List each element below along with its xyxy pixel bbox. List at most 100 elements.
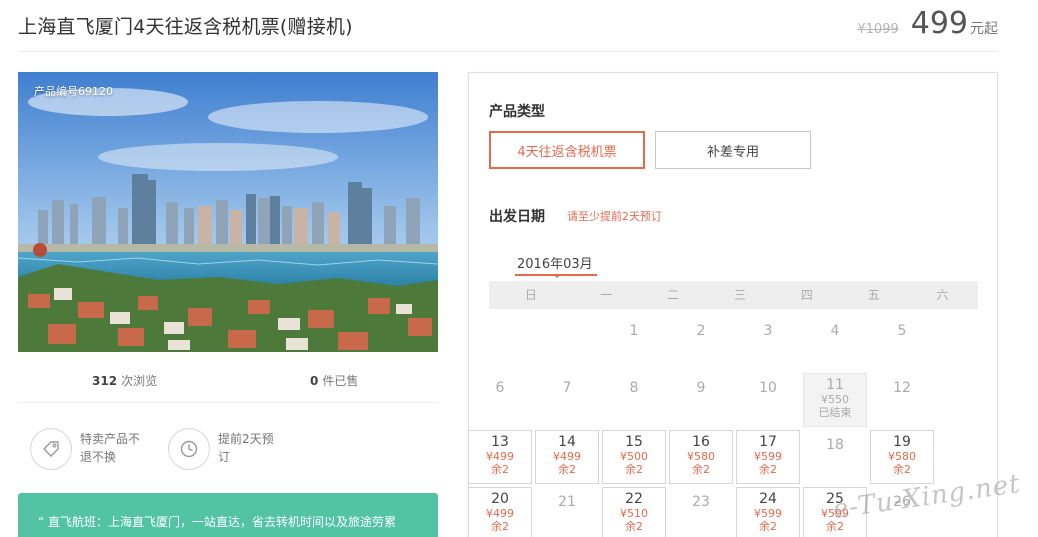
day-status: 余2: [625, 463, 643, 476]
calendar-day: 6: [468, 373, 532, 427]
day-number: 19: [893, 434, 911, 450]
day-status: 余2: [491, 520, 509, 533]
day-price: ¥580: [888, 450, 916, 463]
clock-icon: [168, 428, 210, 470]
feature-text: 特卖产品不退不换: [80, 432, 141, 464]
day-number: 1: [629, 323, 639, 339]
day-status: 余2: [759, 520, 777, 533]
calendar-day[interactable]: 24 ¥599 余2: [736, 487, 800, 537]
calendar-day: 10: [736, 373, 800, 427]
month-tab-caret: [553, 274, 561, 278]
month-tab[interactable]: 2016年03月: [517, 253, 593, 276]
day-price: ¥599: [754, 507, 782, 520]
weekday-sun: 日: [524, 288, 537, 302]
day-number: 13: [491, 434, 509, 450]
day-price: ¥599: [754, 450, 782, 463]
feature-advance-booking: 提前2天预订: [168, 428, 282, 470]
day-status: 余2: [625, 520, 643, 533]
calendar-day: 1: [602, 316, 666, 370]
day-price: ¥500: [620, 450, 648, 463]
calendar-day: 4: [803, 316, 867, 370]
calendar-day[interactable]: 13 ¥499 余2: [468, 430, 532, 484]
original-price: ¥1099: [857, 22, 899, 37]
weekday-fri: 五: [867, 288, 880, 302]
day-number: 5: [897, 323, 907, 339]
day-number: 16: [692, 434, 710, 450]
day-number: 20: [491, 491, 509, 507]
day-number: 22: [625, 491, 643, 507]
day-price: ¥499: [486, 507, 514, 520]
day-number: 23: [692, 494, 710, 510]
day-price: ¥510: [620, 507, 648, 520]
day-status: 余2: [893, 463, 911, 476]
feature-text: 提前2天预订: [218, 432, 274, 464]
calendar-day[interactable]: 14 ¥499 余2: [535, 430, 599, 484]
price-block: ¥1099 499 元起: [857, 6, 998, 41]
day-number: 3: [763, 323, 773, 339]
product-photo[interactable]: 产品编号69120: [18, 72, 438, 352]
calendar-day: 2: [669, 316, 733, 370]
day-number: 6: [495, 380, 505, 396]
type-option-round-trip[interactable]: 4天往返含税机票: [489, 131, 645, 169]
day-price: ¥499: [486, 450, 514, 463]
price-unit: 元起: [970, 21, 998, 37]
tag-icon: [30, 428, 72, 470]
day-number: 18: [826, 437, 844, 453]
page-title: 上海直飞厦门4天往返含税机票(赠接机): [18, 16, 353, 38]
calendar-day: 11 ¥550 已结束: [803, 373, 867, 427]
calendar-day: 5: [870, 316, 934, 370]
day-number: 12: [893, 380, 911, 396]
day-status: 余2: [491, 463, 509, 476]
day-status: 余2: [759, 463, 777, 476]
highlight-box: “ 直飞航班：上海直飞厦门，一站直达，省去转机时间以及旅途劳累: [18, 493, 438, 537]
day-number: 10: [759, 380, 777, 396]
stats-divider: [18, 402, 438, 403]
calendar-day: 7: [535, 373, 599, 427]
day-number: 17: [759, 434, 777, 450]
day-number: 21: [558, 494, 576, 510]
sold-stat: 0 件已售: [310, 372, 358, 389]
calendar-day: 12: [870, 373, 934, 427]
day-number: 24: [759, 491, 777, 507]
sold-label: 件已售: [322, 374, 359, 388]
day-status: 已结束: [818, 406, 852, 419]
views-count: 312: [92, 374, 118, 388]
product-stats: 312 次浏览 0 件已售: [18, 366, 438, 392]
weekday-wed: 三: [733, 288, 746, 302]
weekday-mon: 一: [600, 288, 613, 302]
booking-panel: 产品类型 4天往返含税机票 补差专用 出发日期 请至少提前2天预订 2016年0…: [468, 72, 998, 537]
calendar-day: 21: [535, 487, 599, 537]
calendar-day[interactable]: 17 ¥599 余2: [736, 430, 800, 484]
calendar-day: 23: [669, 487, 733, 537]
type-option-supplement[interactable]: 补差专用: [655, 131, 811, 169]
day-number: 14: [558, 434, 576, 450]
calendar-day: 18: [803, 430, 867, 484]
calendar-day: 3: [736, 316, 800, 370]
day-number: 15: [625, 434, 643, 450]
sold-count: 0: [310, 374, 319, 388]
views-stat: 312 次浏览: [92, 372, 157, 389]
current-price: 499: [910, 6, 968, 41]
day-number: 8: [629, 380, 639, 396]
calendar-day[interactable]: 16 ¥580 余2: [669, 430, 733, 484]
day-price: ¥499: [553, 450, 581, 463]
product-type-label: 产品类型: [489, 104, 545, 120]
calendar-day: 8: [602, 373, 666, 427]
title-divider: [18, 51, 998, 52]
product-code-label: 产品编号69120: [34, 85, 113, 98]
day-number: 7: [562, 380, 572, 396]
calendar-day[interactable]: 19 ¥580 余2: [870, 430, 934, 484]
calendar-weekday-header: 日 一 二 三 四 五 六: [489, 281, 978, 309]
departure-date-label: 出发日期: [489, 209, 545, 225]
weekday-thu: 四: [800, 288, 813, 302]
calendar-day[interactable]: 20 ¥499 余2: [468, 487, 532, 537]
calendar-day[interactable]: 22 ¥510 余2: [602, 487, 666, 537]
calendar-day[interactable]: 15 ¥500 余2: [602, 430, 666, 484]
highlight-text: “ 直飞航班：上海直飞厦门，一站直达，省去转机时间以及旅途劳累: [38, 515, 397, 529]
day-number: 4: [830, 323, 840, 339]
day-status: 余2: [558, 463, 576, 476]
day-price: ¥550: [821, 393, 849, 406]
calendar-day: 9: [669, 373, 733, 427]
feature-no-refund: 特卖产品不退不换: [30, 428, 144, 470]
weekday-tue: 二: [667, 288, 680, 302]
